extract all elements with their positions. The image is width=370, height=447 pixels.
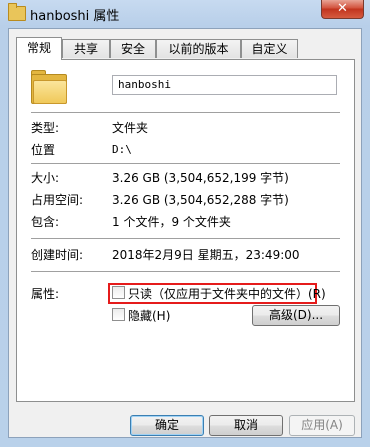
title-bar[interactable]: hanboshi 属性 ✕ bbox=[0, 0, 370, 28]
tab-previous-versions[interactable]: 以前的版本 bbox=[156, 39, 241, 58]
type-label: 类型: bbox=[31, 121, 60, 135]
folder-icon bbox=[8, 3, 26, 21]
attributes-label: 属性: bbox=[31, 287, 60, 301]
separator bbox=[31, 271, 340, 273]
properties-window: hanboshi 属性 ✕ 常规 共享 安全 以前的版本 自定义 hanbosh… bbox=[0, 0, 370, 447]
type-value: 文件夹 bbox=[112, 121, 149, 135]
hidden-label: 隐藏(H) bbox=[128, 309, 171, 323]
separator bbox=[31, 112, 340, 114]
general-panel: hanboshi 类型: 文件夹 位置 D:\ 大小: 3.26 GB (3,5… bbox=[16, 59, 355, 402]
apply-button[interactable]: 应用(A) bbox=[289, 415, 355, 436]
tab-customize[interactable]: 自定义 bbox=[241, 39, 298, 58]
advanced-button[interactable]: 高级(D)... bbox=[252, 305, 340, 326]
contains-label: 包含: bbox=[31, 215, 60, 229]
folder-name-input[interactable]: hanboshi bbox=[112, 75, 337, 95]
checkbox-box[interactable] bbox=[112, 308, 125, 321]
close-icon: ✕ bbox=[337, 1, 348, 16]
size-label: 大小: bbox=[31, 171, 60, 185]
cancel-button[interactable]: 取消 bbox=[209, 415, 283, 436]
separator bbox=[31, 238, 340, 240]
hidden-checkbox[interactable]: 隐藏(H) bbox=[112, 308, 170, 324]
dialog-client: 常规 共享 安全 以前的版本 自定义 hanboshi 类型: 文件夹 位置 D… bbox=[8, 28, 362, 438]
created-label: 创建时间: bbox=[31, 248, 84, 262]
close-button[interactable]: ✕ bbox=[321, 0, 364, 19]
window-title: hanboshi 属性 bbox=[30, 9, 120, 24]
location-label: 位置 bbox=[31, 143, 56, 157]
disk-size-value: 3.26 GB (3,504,652,288 字节) bbox=[112, 193, 289, 207]
created-value: 2018年2月9日 星期五，23:49:00 bbox=[112, 248, 300, 262]
checkbox-box[interactable] bbox=[112, 286, 125, 299]
tab-general[interactable]: 常规 bbox=[16, 37, 62, 60]
readonly-checkbox[interactable]: 只读（仅应用于文件夹中的文件）(R) bbox=[112, 286, 326, 302]
ok-button[interactable]: 确定 bbox=[130, 415, 204, 436]
location-value: D:\ bbox=[112, 143, 132, 156]
separator bbox=[31, 163, 340, 165]
tab-security[interactable]: 安全 bbox=[110, 39, 156, 58]
disk-size-label: 占用空间: bbox=[31, 193, 84, 207]
tab-sharing[interactable]: 共享 bbox=[62, 39, 110, 58]
size-value: 3.26 GB (3,504,652,199 字节) bbox=[112, 171, 289, 185]
contains-value: 1 个文件，9 个文件夹 bbox=[112, 215, 231, 229]
readonly-label: 只读（仅应用于文件夹中的文件）(R) bbox=[128, 287, 326, 301]
folder-icon bbox=[31, 70, 67, 104]
